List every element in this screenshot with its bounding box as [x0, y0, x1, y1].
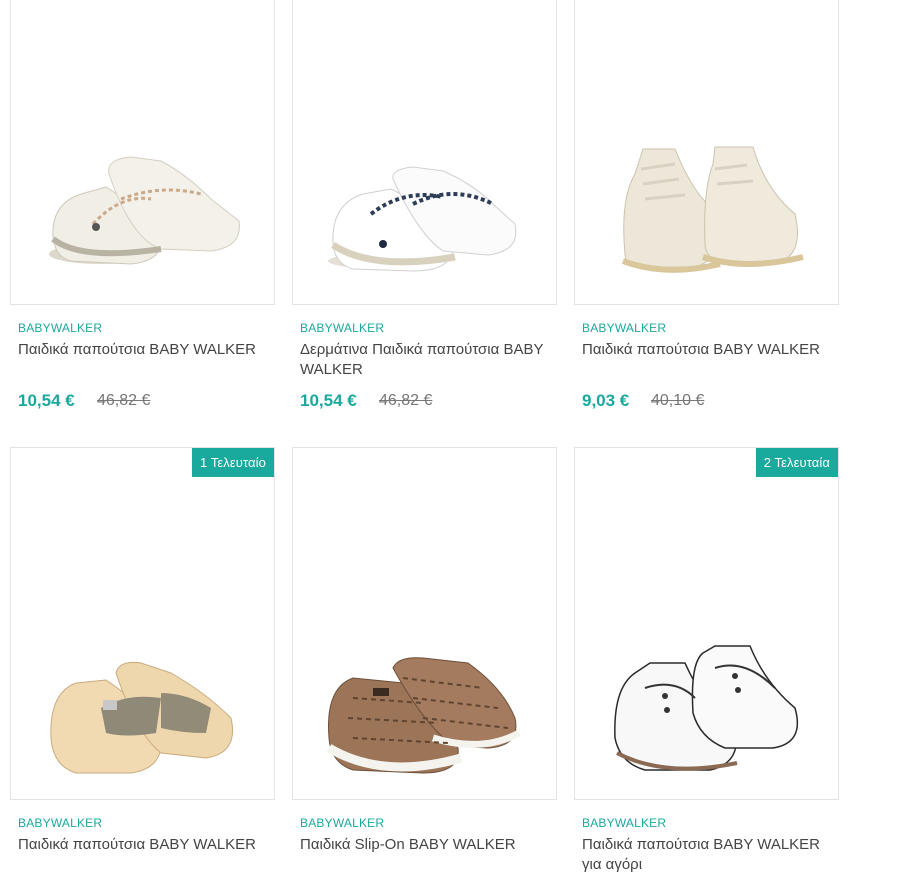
product-title[interactable]: Παιδικά παπούτσια BABY WALKER: [582, 340, 832, 360]
product-brand[interactable]: BABYWALKER: [300, 816, 384, 830]
product-old-price: 40,10 €: [651, 392, 705, 409]
product-brand[interactable]: BABYWALKER: [300, 321, 384, 335]
product-image[interactable]: [574, 0, 839, 305]
product-price: 10,54 €: [300, 391, 357, 410]
product-image[interactable]: 1 Τελευταίο: [10, 447, 275, 800]
product-image[interactable]: 2 Τελευταία: [574, 447, 839, 800]
product-brand[interactable]: BABYWALKER: [18, 816, 102, 830]
product-old-price: 46,82 €: [97, 392, 151, 409]
shoe-image: [49, 156, 240, 265]
product-price: 9,03 €: [582, 391, 630, 410]
stock-badge: 2 Τελευταία: [755, 448, 838, 477]
shoe-image: [614, 645, 799, 771]
product-image[interactable]: [292, 447, 557, 800]
product-title[interactable]: Δερμάτινα Παιδικά παπούτσια BABY WALKER: [300, 340, 550, 380]
product-title[interactable]: Παιδικά παπούτσια BABY WALKER: [18, 835, 268, 855]
product-image[interactable]: [292, 0, 557, 305]
product-brand[interactable]: BABYWALKER: [582, 321, 666, 335]
shoe-image: [326, 657, 521, 774]
product-brand[interactable]: BABYWALKER: [582, 816, 666, 830]
product-title[interactable]: Παιδικά Slip-On BABY WALKER: [300, 835, 550, 855]
product-old-price: 46,82 €: [379, 392, 433, 409]
product-image[interactable]: [10, 0, 275, 305]
shoe-image: [328, 166, 517, 272]
product-title[interactable]: Παιδικά παπούτσια BABY WALKER για αγόρι: [582, 835, 832, 875]
product-title[interactable]: Παιδικά παπούτσια BABY WALKER: [18, 340, 268, 360]
stock-badge: 1 Τελευταίο: [191, 448, 274, 477]
shoe-image: [50, 662, 233, 774]
product-brand[interactable]: BABYWALKER: [18, 321, 102, 335]
product-price: 10,54 €: [18, 391, 75, 410]
shoe-image: [621, 146, 804, 273]
